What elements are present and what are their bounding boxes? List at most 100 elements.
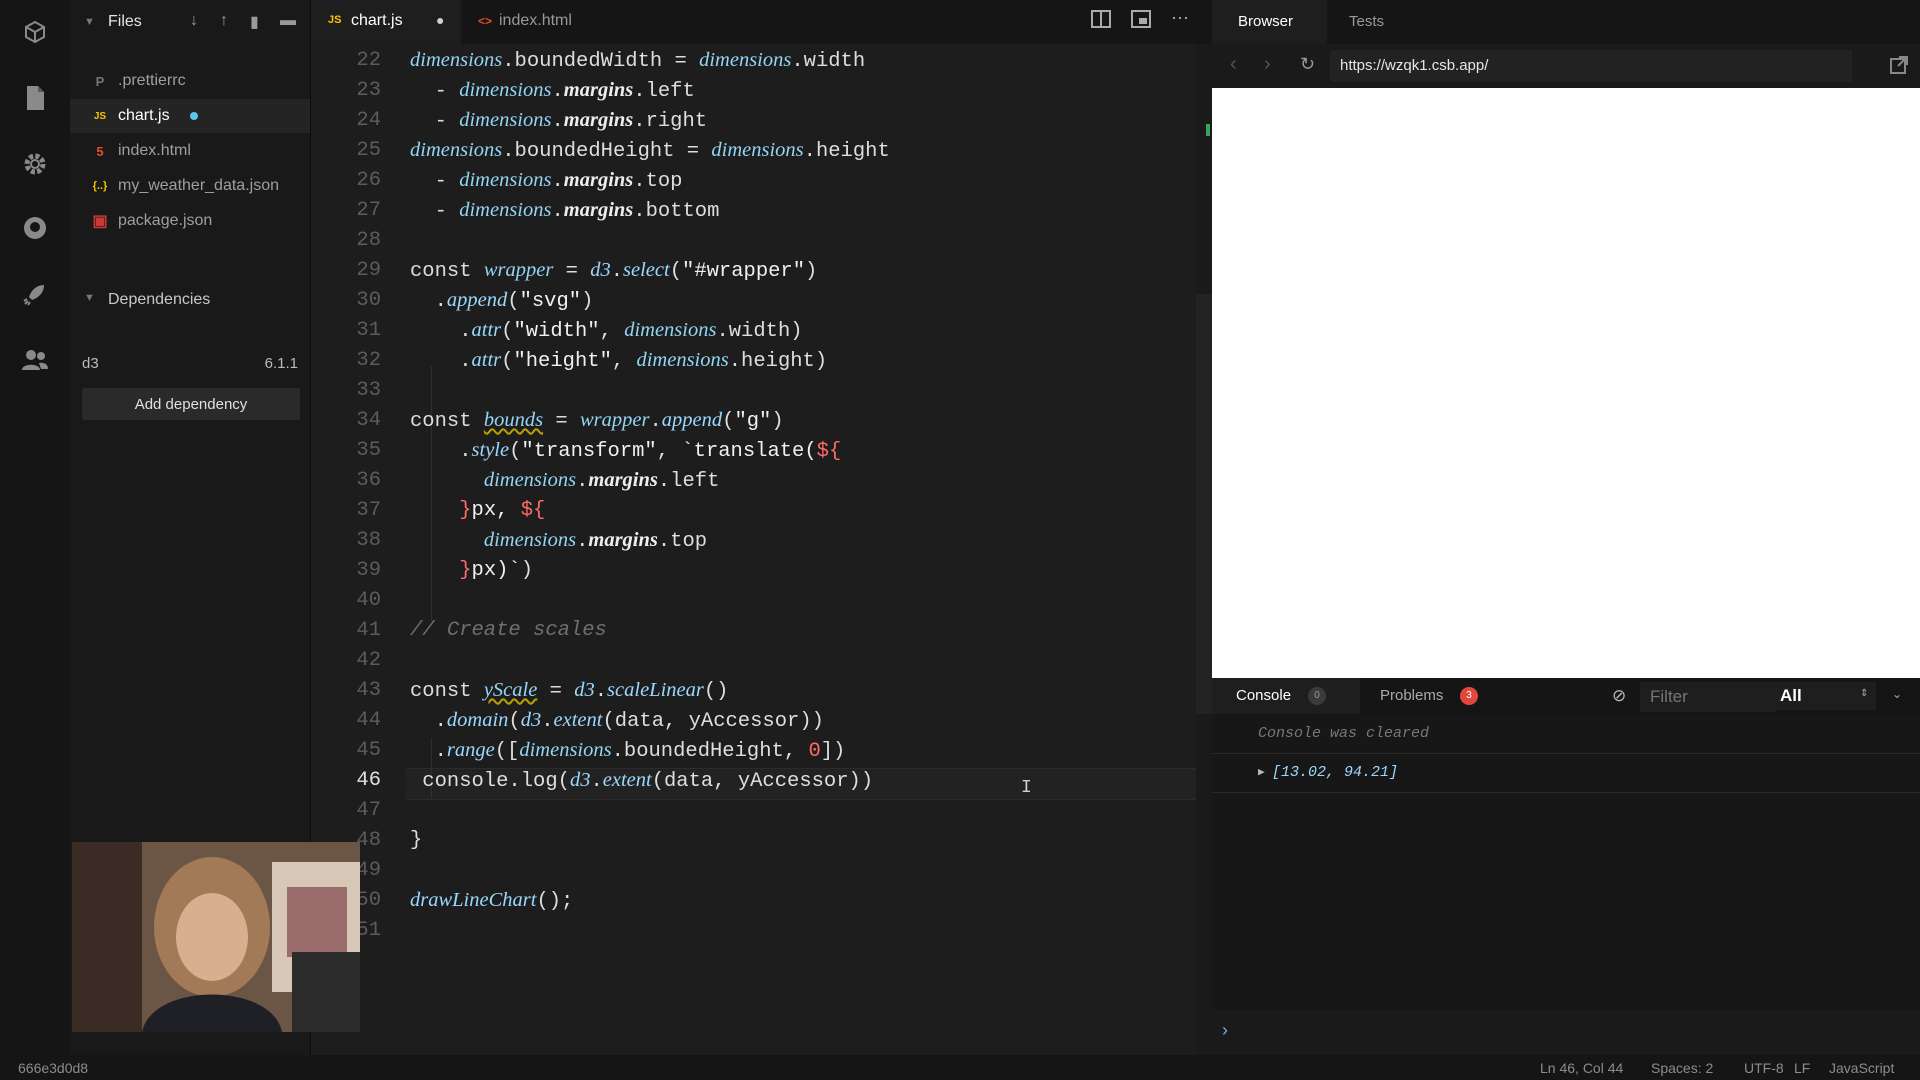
code-line: const bounds = wrapper.append("g") bbox=[410, 409, 784, 433]
dependency-version: 6.1.1 bbox=[264, 355, 298, 372]
file-item-index-html[interactable]: 5 index.html bbox=[70, 134, 310, 168]
prettier-file-icon: P bbox=[95, 73, 105, 89]
clear-console-icon[interactable]: ⊘ bbox=[1612, 686, 1626, 706]
tab-label: index.html bbox=[499, 12, 572, 29]
file-name: chart.js bbox=[118, 107, 170, 124]
gear-icon[interactable] bbox=[21, 150, 49, 178]
open-in-new-window-icon[interactable] bbox=[1890, 56, 1908, 79]
tab-label: Tests bbox=[1349, 13, 1385, 30]
console-input[interactable]: › bbox=[1212, 1010, 1920, 1055]
sort-up-icon[interactable]: ↑ bbox=[220, 12, 228, 30]
line-number: 45 bbox=[356, 739, 381, 762]
line-number: 31 bbox=[356, 319, 381, 342]
encoding[interactable]: UTF-8 bbox=[1744, 1060, 1784, 1076]
rocket-icon[interactable] bbox=[21, 280, 49, 308]
tab-problems[interactable]: Problems 3 bbox=[1360, 678, 1510, 714]
code-line: .append("svg") bbox=[410, 289, 594, 313]
refresh-icon[interactable]: ↻ bbox=[1300, 54, 1315, 75]
sort-down-icon[interactable]: ↓ bbox=[190, 12, 198, 30]
line-number: 25 bbox=[356, 139, 381, 162]
code-line: dimensions.margins.top bbox=[483, 529, 708, 553]
add-dependency-button[interactable]: Add dependency bbox=[82, 388, 300, 420]
browser-navigation-bar: ‹ › ↻ https://wzqk1.csb.app/ bbox=[1212, 44, 1920, 88]
unsaved-dot-icon[interactable]: ● bbox=[436, 12, 444, 28]
chevron-down-icon[interactable]: ⌄ bbox=[1892, 687, 1902, 701]
dependencies-header[interactable]: ▼ Dependencies bbox=[70, 286, 310, 316]
line-number: 22 bbox=[356, 49, 381, 72]
new-folder-icon[interactable]: ▬ bbox=[280, 12, 296, 30]
line-number: 38 bbox=[356, 529, 381, 552]
line-number: 24 bbox=[356, 109, 381, 132]
preview-pane: Browser Tests ‹ › ↻ https://wzqk1.csb.ap… bbox=[1212, 0, 1920, 1055]
file-name: package.json bbox=[118, 212, 213, 229]
indentation[interactable]: Spaces: 2 bbox=[1651, 1060, 1713, 1076]
line-ending[interactable]: LF bbox=[1794, 1060, 1810, 1076]
url-field[interactable]: https://wzqk1.csb.app/ bbox=[1330, 50, 1852, 82]
file-item-package-json[interactable]: ▣ package.json bbox=[70, 204, 310, 238]
github-icon[interactable] bbox=[21, 214, 49, 242]
tab-label: Console bbox=[1236, 687, 1292, 704]
line-number: 40 bbox=[356, 589, 381, 612]
forward-arrow-icon[interactable]: › bbox=[1264, 53, 1271, 76]
tab-tests[interactable]: Tests bbox=[1327, 0, 1427, 44]
cursor-position[interactable]: Ln 46, Col 44 bbox=[1540, 1060, 1623, 1076]
editor-scrollbar[interactable] bbox=[1196, 44, 1212, 1055]
code-line: .attr("height", dimensions.height) bbox=[410, 349, 828, 373]
console-log-row[interactable]: ▶ [13.02, 94.21] bbox=[1212, 754, 1920, 793]
line-number: 29 bbox=[356, 259, 381, 282]
line-number: 28 bbox=[356, 229, 381, 252]
log-level-select[interactable]: All ⇕ bbox=[1768, 682, 1876, 710]
log-level-value: All bbox=[1780, 686, 1802, 705]
change-marker bbox=[1206, 124, 1210, 136]
code-line: - dimensions.margins.right bbox=[410, 109, 708, 133]
dependency-row[interactable]: d3 6.1.1 bbox=[70, 350, 310, 380]
editor-tab-bar: JS chart.js ● <> index.html ⋯ bbox=[311, 0, 1211, 44]
line-number: 32 bbox=[356, 349, 381, 372]
codesandbox-logo-icon[interactable] bbox=[21, 18, 49, 46]
line-number: 39 bbox=[356, 559, 381, 582]
code-line: .range([dimensions.boundedHeight, 0]) bbox=[410, 739, 846, 763]
line-number: 41 bbox=[356, 619, 381, 642]
file-item-chart-js[interactable]: JS chart.js bbox=[70, 99, 310, 133]
new-file-icon[interactable]: ▮ bbox=[250, 12, 259, 32]
code-line: .domain(d3.extent(data, yAccessor)) bbox=[410, 709, 824, 733]
file-name: .prettierrc bbox=[118, 72, 186, 89]
code-line: - dimensions.margins.top bbox=[410, 169, 683, 193]
file-item-prettierrc[interactable]: P .prettierrc bbox=[70, 64, 310, 98]
team-icon[interactable] bbox=[21, 346, 49, 374]
tab-chart-js[interactable]: JS chart.js ● bbox=[311, 0, 461, 44]
back-arrow-icon[interactable]: ‹ bbox=[1230, 53, 1237, 76]
code-editor[interactable]: 22 dimensions.boundedWidth = dimensions.w… bbox=[311, 44, 1196, 1055]
files-title: Files bbox=[108, 13, 142, 30]
browser-preview[interactable] bbox=[1212, 88, 1920, 678]
scrollbar-thumb[interactable] bbox=[1196, 294, 1212, 714]
split-editor-icon[interactable] bbox=[1091, 10, 1111, 33]
json-file-icon: {..} bbox=[92, 180, 108, 192]
commit-hash: 666e3d0d8 bbox=[18, 1060, 89, 1076]
javascript-file-icon: JS bbox=[328, 14, 342, 26]
chevron-down-icon[interactable]: ▼ bbox=[84, 16, 95, 28]
code-line: // Create scales bbox=[410, 619, 607, 642]
code-line: const wrapper = d3.select("#wrapper") bbox=[410, 259, 818, 283]
more-options-icon[interactable]: ⋯ bbox=[1171, 8, 1189, 29]
html-file-icon: 5 bbox=[96, 143, 104, 159]
url-text: https://wzqk1.csb.app/ bbox=[1340, 57, 1489, 74]
tab-browser[interactable]: Browser bbox=[1212, 0, 1327, 44]
console-log-value: [13.02, 94.21] bbox=[1272, 764, 1399, 781]
chevron-down-icon[interactable]: ▼ bbox=[84, 292, 95, 304]
text-cursor-icon: I bbox=[1021, 778, 1032, 798]
files-header: ▼ Files ↓ ↑ ▮ ▬ bbox=[70, 0, 310, 44]
webcam-overlay bbox=[72, 842, 360, 1032]
tab-console[interactable]: Console 0 bbox=[1212, 678, 1360, 714]
language-mode[interactable]: JavaScript bbox=[1829, 1060, 1894, 1076]
console-output: Console was cleared ▶ [13.02, 94.21] bbox=[1212, 714, 1920, 1010]
code-line: .style("transform", `translate(${ bbox=[410, 439, 842, 463]
preview-layout-icon[interactable] bbox=[1131, 10, 1151, 33]
expand-triangle-icon[interactable]: ▶ bbox=[1258, 765, 1265, 779]
files-icon[interactable] bbox=[21, 84, 49, 112]
file-item-my-weather-data-json[interactable]: {..} my_weather_data.json bbox=[70, 169, 310, 203]
problems-count-badge: 3 bbox=[1460, 687, 1478, 705]
console-filter-input[interactable] bbox=[1640, 682, 1776, 712]
select-arrows-icon: ⇕ bbox=[1860, 688, 1869, 699]
tab-index-html[interactable]: <> index.html bbox=[461, 0, 621, 44]
